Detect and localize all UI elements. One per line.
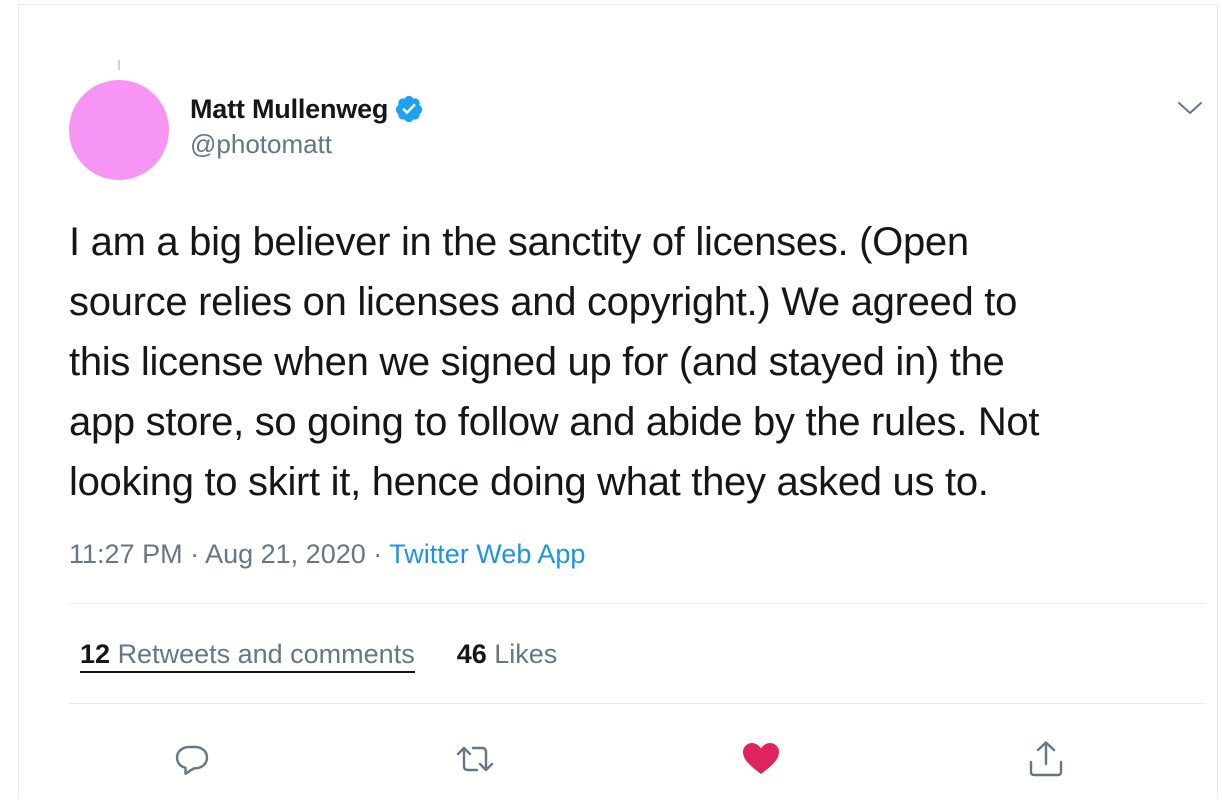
retweet-icon[interactable] bbox=[455, 739, 495, 779]
retweets-label: Retweets and comments bbox=[117, 639, 415, 669]
tweet-text: I am a big believer in the sanctity of l… bbox=[69, 212, 1189, 512]
divider bbox=[69, 703, 1206, 704]
meta-separator: · bbox=[190, 539, 200, 569]
likes-label: Likes bbox=[494, 639, 558, 669]
author-handle[interactable]: @photomatt bbox=[190, 129, 424, 160]
tweet-text-line: I am a big believer in the sanctity of l… bbox=[69, 220, 969, 264]
tweet-time[interactable]: 11:27 PM bbox=[69, 539, 183, 569]
tweet-stats: 12 Retweets and comments 46 Likes bbox=[80, 639, 557, 673]
tweet-source-link[interactable]: Twitter Web App bbox=[389, 539, 585, 569]
tweet-date[interactable]: Aug 21, 2020 bbox=[205, 539, 366, 569]
retweets-count: 12 bbox=[80, 639, 111, 669]
share-icon[interactable] bbox=[1026, 739, 1066, 779]
thread-line bbox=[118, 60, 120, 70]
tweet-text-line: this license when we signed up for (and … bbox=[69, 340, 1005, 384]
avatar[interactable] bbox=[69, 80, 169, 180]
retweets-stat-link[interactable]: 12 Retweets and comments bbox=[80, 639, 415, 673]
divider bbox=[69, 603, 1206, 604]
author-name[interactable]: Matt Mullenweg bbox=[190, 94, 388, 125]
tweet-text-line: source relies on licenses and copyright.… bbox=[69, 280, 1018, 324]
tweet-text-line: looking to skirt it, hence doing what th… bbox=[69, 460, 989, 504]
author-block[interactable]: Matt Mullenweg @photomatt bbox=[190, 93, 424, 160]
tweet-card: Matt Mullenweg @photomatt I am a big bel… bbox=[18, 4, 1218, 799]
chevron-down-icon[interactable] bbox=[1175, 93, 1205, 123]
reply-icon[interactable] bbox=[172, 739, 212, 779]
likes-count: 46 bbox=[456, 639, 487, 669]
likes-stat-link[interactable]: 46 Likes bbox=[457, 639, 558, 673]
meta-separator: · bbox=[373, 539, 383, 569]
verified-badge-icon bbox=[394, 94, 424, 124]
heart-icon[interactable] bbox=[741, 739, 781, 779]
tweet-meta: 11:27 PM · Aug 21, 2020 · Twitter Web Ap… bbox=[69, 539, 585, 570]
tweet-text-line: app store, so going to follow and abide … bbox=[69, 400, 1040, 444]
